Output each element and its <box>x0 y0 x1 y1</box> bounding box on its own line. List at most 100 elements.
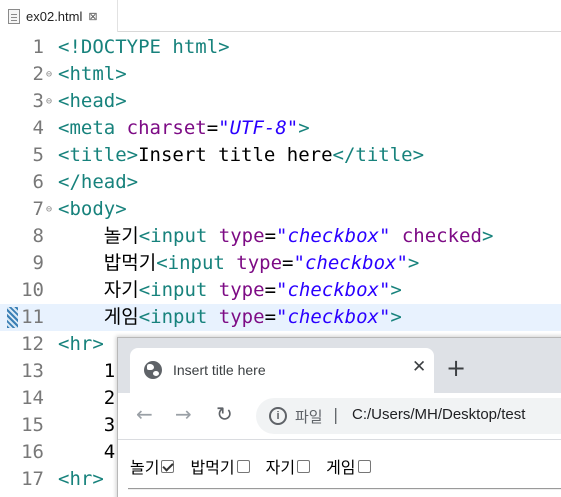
back-button[interactable]: ← <box>136 402 153 426</box>
code-token: 밥먹기 <box>58 252 157 274</box>
line-number: 1 <box>32 36 44 58</box>
checkbox-item: 놀기 <box>130 454 175 478</box>
code-text: <title>Insert title here</title> <box>58 142 424 169</box>
checkbox-geim[interactable] <box>357 459 371 473</box>
code-line[interactable]: 3 ⊖ <head> <box>0 88 561 115</box>
code-token: <meta <box>58 117 127 139</box>
line-number: 14 <box>21 387 44 409</box>
code-token: = <box>264 306 277 328</box>
checkbox-nolgi[interactable] <box>161 459 175 473</box>
fold-icon[interactable]: ⊖ <box>46 196 52 223</box>
code-text: 게임<input type="checkbox"> <box>58 304 402 331</box>
code-line[interactable]: 1 <!DOCTYPE html> <box>0 34 561 61</box>
reload-button[interactable]: ↻ <box>216 402 233 426</box>
code-line[interactable]: 8 놀기<input type="checkbox" checked> <box>0 223 561 250</box>
code-token: > <box>390 279 402 301</box>
code-token: 놀기 <box>58 225 139 247</box>
editor-tab-bar: ex02.html ⊠ <box>0 0 561 32</box>
code-token: <input <box>156 252 237 274</box>
checkbox-row: 놀기 밥먹기 자기 게임 <box>130 454 387 478</box>
checkbox-label: 놀기 <box>130 458 160 477</box>
code-token: type <box>218 279 265 301</box>
line-number: 4 <box>32 117 44 139</box>
info-icon[interactable]: i <box>269 407 287 425</box>
checkbox-jagi[interactable] <box>297 459 311 473</box>
globe-icon <box>144 361 162 379</box>
code-line[interactable]: 10 자기<input type="checkbox"> <box>0 277 561 304</box>
line-number: 13 <box>21 360 44 382</box>
code-token: <!DOCTYPE html> <box>58 36 230 58</box>
line-number: 11 <box>21 306 44 328</box>
code-token: checked <box>401 225 482 247</box>
line-number: 2 <box>32 63 44 85</box>
forward-button[interactable]: → <box>175 402 192 426</box>
line-number: 10 <box>21 279 44 301</box>
code-token: type <box>218 306 265 328</box>
editor-tab-ex02[interactable]: ex02.html ⊠ <box>0 0 118 32</box>
scheme-separator: | <box>333 405 339 424</box>
code-line[interactable]: 9 밥먹기<input type="checkbox"> <box>0 250 561 277</box>
code-token: <title> <box>58 144 139 166</box>
code-line[interactable]: 2 ⊖ <html> <box>0 61 561 88</box>
code-token: <head> <box>58 90 127 112</box>
code-token: = <box>206 117 219 139</box>
code-line[interactable]: 7 ⊖ <body> <box>0 196 561 223</box>
checkbox-label: 게임 <box>326 458 356 477</box>
code-token: type <box>218 225 265 247</box>
code-text: <head> <box>58 88 127 115</box>
code-token: 3 <box>58 414 116 436</box>
code-line[interactable]: 11 게임<input type="checkbox"> <box>0 304 561 331</box>
code-text: 밥먹기<input type="checkbox"> <box>58 250 420 277</box>
checkbox-item: 게임 <box>326 454 371 478</box>
code-token: = <box>282 252 294 274</box>
browser-window: Insert title here ✕ + ← → ↻ i 파일 | C:/Us… <box>117 337 561 497</box>
checkbox-label: 밥먹기 <box>190 458 235 477</box>
code-text: <body> <box>58 196 127 223</box>
new-tab-button[interactable]: + <box>446 356 466 380</box>
code-token: > <box>407 252 420 274</box>
line-number: 6 <box>32 171 44 193</box>
browser-tab[interactable]: Insert title here ✕ <box>130 348 434 393</box>
code-token: > <box>298 117 310 139</box>
line-number: 15 <box>21 414 44 436</box>
code-line[interactable]: 5 <title>Insert title here</title> <box>0 142 561 169</box>
line-number: 17 <box>21 468 44 490</box>
checkbox-item: 자기 <box>266 454 311 478</box>
code-text: 자기<input type="checkbox"> <box>58 277 402 304</box>
code-token: "checkbox" <box>276 306 391 328</box>
code-token: 게임 <box>58 306 139 328</box>
code-text: 4 <box>58 439 115 466</box>
code-token: </head> <box>58 171 139 193</box>
code-text: <html> <box>58 61 127 88</box>
tab-close-button[interactable]: ✕ <box>412 357 426 377</box>
code-text: 놀기<input type="checkbox" checked> <box>58 223 494 250</box>
code-token: <hr> <box>58 333 104 355</box>
code-token: <input <box>138 225 219 247</box>
line-number: 5 <box>32 144 44 166</box>
code-token: "checkbox" <box>293 252 408 274</box>
code-text: <hr> <box>58 331 104 358</box>
code-token: = <box>264 225 277 247</box>
checkbox-bapmeokgi[interactable] <box>236 459 250 473</box>
browser-tab-strip: Insert title here ✕ + <box>118 338 561 393</box>
fold-icon[interactable]: ⊖ <box>46 61 52 88</box>
code-token: </title> <box>332 144 425 166</box>
url-text[interactable]: C:/Users/MH/Desktop/test <box>352 406 525 423</box>
code-token: charset <box>126 117 207 139</box>
horizontal-rule <box>128 488 561 490</box>
close-icon[interactable]: ⊠ <box>88 10 97 23</box>
code-token: > <box>390 306 402 328</box>
html-file-icon <box>8 8 20 24</box>
code-token: = <box>264 279 277 301</box>
code-text: <!DOCTYPE html> <box>58 34 230 61</box>
code-token: Insert title here <box>138 144 333 166</box>
code-token: 자기 <box>58 279 139 301</box>
code-token: "checkbox" <box>276 225 391 247</box>
code-token: 4 <box>58 441 116 463</box>
code-line[interactable]: 4 <meta charset="UTF-8"> <box>0 115 561 142</box>
browser-toolbar: ← → ↻ i 파일 | C:/Users/MH/Desktop/test <box>118 393 561 439</box>
code-text: 3 <box>58 412 115 439</box>
address-bar[interactable]: i 파일 | C:/Users/MH/Desktop/test <box>256 398 561 434</box>
code-line[interactable]: 6 </head> <box>0 169 561 196</box>
fold-icon[interactable]: ⊖ <box>46 88 52 115</box>
